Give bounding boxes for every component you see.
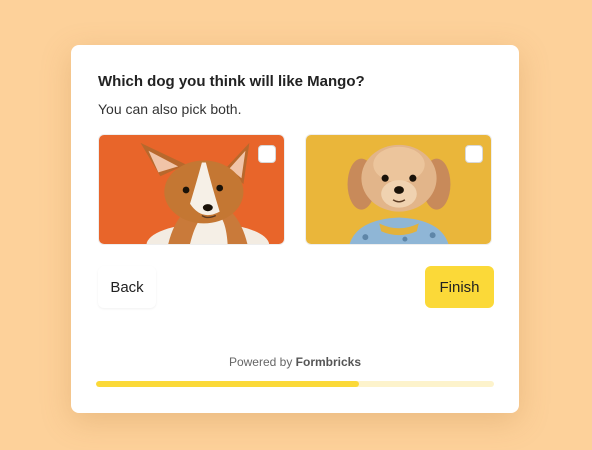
progress-fill [96, 381, 359, 387]
powered-by: Powered by Formbricks [71, 355, 519, 369]
fluffy-dog-photo [306, 135, 491, 244]
finish-button[interactable]: Finish [425, 266, 494, 308]
question-subtitle: You can also pick both. [98, 101, 242, 117]
option-corgi-image[interactable] [98, 134, 285, 245]
option-fluffy-dog-checkbox[interactable] [465, 145, 483, 163]
survey-card: Which dog you think will like Mango? You… [71, 45, 519, 413]
formbricks-brand-link[interactable]: Formbricks [296, 355, 361, 369]
option-corgi-checkbox[interactable] [258, 145, 276, 163]
progress-bar [96, 381, 494, 387]
option-fluffy-dog-image[interactable] [305, 134, 492, 245]
powered-by-prefix: Powered by [228, 355, 293, 369]
back-button[interactable]: Back [98, 266, 156, 308]
question-title: Which dog you think will like Mango? [98, 73, 365, 90]
corgi-puppy-photo [99, 135, 284, 244]
